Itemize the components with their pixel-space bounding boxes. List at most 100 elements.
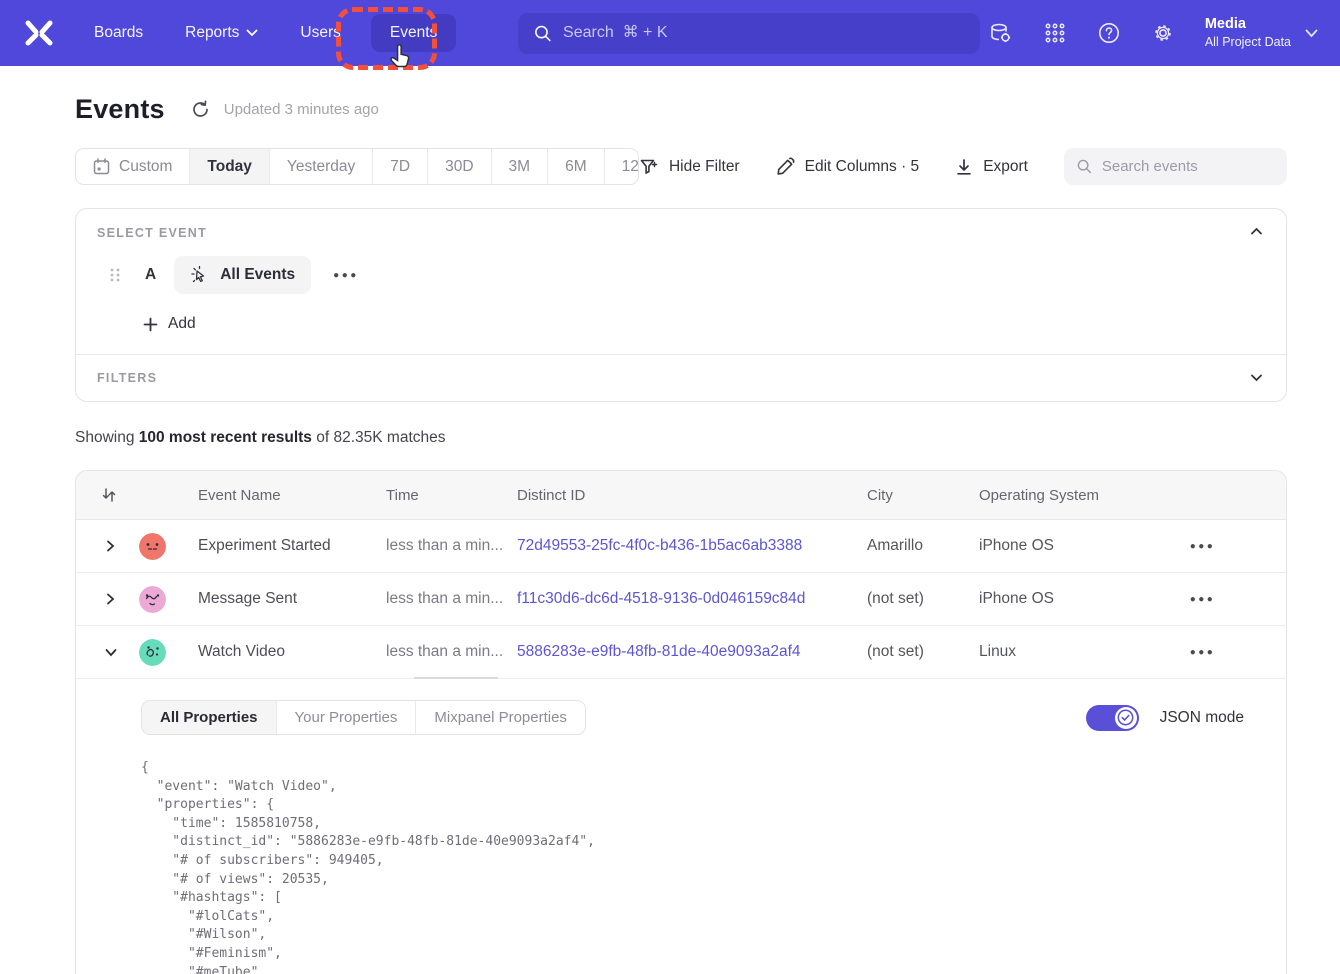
check-icon — [1117, 709, 1134, 726]
event-avatar-icon — [139, 533, 166, 560]
col-header-os[interactable]: Operating System — [979, 487, 1119, 504]
project-name: Media — [1205, 15, 1291, 34]
row-collapse-button[interactable] — [76, 647, 136, 658]
event-selector-button[interactable]: All Events — [174, 256, 311, 294]
cell-event-name[interactable]: Watch Video — [198, 643, 386, 661]
date-range-6m[interactable]: 6M — [548, 149, 605, 184]
table-row: Message Sent less than a min... f11c30d6… — [76, 573, 1286, 626]
filters-label: FILTERS — [97, 371, 1265, 385]
filters-section: FILTERS — [76, 355, 1286, 401]
tab-label: All Properties — [160, 709, 258, 726]
event-avatar-icon — [139, 639, 166, 666]
json-mode-toggle[interactable] — [1086, 705, 1139, 731]
date-range-12m[interactable]: 12M — [605, 149, 639, 184]
settings-gear-icon[interactable] — [1151, 21, 1175, 45]
tab-your-properties[interactable]: Your Properties — [277, 701, 417, 734]
cell-distinct-id-link[interactable]: f11c30d6-dc6d-4518-9136-0d046159c84d — [517, 590, 867, 608]
search-events-box[interactable] — [1064, 148, 1287, 185]
export-label: Export — [983, 158, 1028, 176]
drag-handle-icon[interactable] — [109, 268, 121, 282]
edit-columns-label: Edit Columns · 5 — [805, 158, 920, 176]
date-range-label: Custom — [119, 158, 172, 176]
row-detail-panel: All Properties Your Properties Mixpanel … — [76, 679, 1286, 974]
row-more-button[interactable]: ●●● — [1184, 590, 1222, 609]
event-row-more-button[interactable]: ●●● — [327, 266, 365, 285]
chevron-down-icon — [246, 29, 258, 37]
filter-funnel-icon — [639, 157, 659, 177]
row-expand-button[interactable] — [76, 593, 136, 605]
row-more-button[interactable]: ●●● — [1184, 643, 1222, 662]
date-range-label: 3M — [509, 158, 531, 176]
add-event-button[interactable]: Add — [143, 315, 196, 333]
cell-event-name[interactable]: Experiment Started — [198, 537, 386, 555]
tab-all-properties[interactable]: All Properties — [142, 701, 277, 734]
date-range-3m[interactable]: 3M — [492, 149, 549, 184]
tab-label: Mixpanel Properties — [434, 709, 567, 726]
global-search[interactable] — [518, 13, 980, 54]
select-event-label: SELECT EVENT — [97, 226, 1265, 240]
nav-item-boards[interactable]: Boards — [94, 24, 143, 42]
summary-count: 100 most recent results — [139, 429, 312, 446]
selected-event-label: All Events — [220, 266, 295, 284]
row-more-button[interactable]: ●●● — [1184, 537, 1222, 556]
col-header-time[interactable]: Time — [386, 487, 517, 504]
summary-prefix: Showing — [75, 429, 139, 446]
results-summary: Showing 100 most recent results of 82.35… — [75, 429, 1287, 447]
expand-section-icon[interactable] — [1249, 370, 1264, 385]
col-header-distinct-id[interactable]: Distinct ID — [517, 487, 867, 504]
events-table: Event Name Time Distinct ID City Operati… — [75, 470, 1287, 974]
download-icon — [955, 158, 973, 176]
event-json-view[interactable]: { "event": "Watch Video", "properties": … — [141, 759, 1266, 974]
col-header-city[interactable]: City — [867, 487, 979, 504]
sort-icon[interactable] — [101, 487, 117, 503]
cell-distinct-id-link[interactable]: 5886283e-e9fb-48fb-81de-40e9093a2af4 — [517, 643, 867, 661]
data-management-icon[interactable] — [989, 21, 1013, 45]
last-updated-text: Updated 3 minutes ago — [224, 101, 379, 118]
mixpanel-logo[interactable] — [22, 18, 56, 48]
date-range-label: 12M — [622, 158, 639, 176]
global-search-input[interactable] — [563, 24, 964, 42]
event-avatar-icon — [139, 586, 166, 613]
cell-city: (not set) — [867, 643, 979, 661]
cell-city: Amarillo — [867, 537, 979, 555]
cell-event-name[interactable]: Message Sent — [198, 590, 386, 608]
date-range-yesterday[interactable]: Yesterday — [270, 149, 373, 184]
nav-label: Boards — [94, 24, 143, 42]
refresh-icon[interactable] — [191, 100, 210, 119]
date-range-label: Today — [207, 158, 252, 176]
date-range-label: Yesterday — [287, 158, 355, 176]
tab-mixpanel-properties[interactable]: Mixpanel Properties — [416, 701, 585, 734]
collapse-section-icon[interactable] — [1249, 224, 1264, 239]
export-button[interactable]: Export — [955, 158, 1028, 176]
help-icon[interactable] — [1097, 21, 1121, 45]
select-event-section: SELECT EVENT A — [76, 209, 1286, 354]
nav-item-users[interactable]: Users — [300, 24, 340, 42]
col-header-event-name[interactable]: Event Name — [198, 487, 386, 504]
hide-filter-label: Hide Filter — [669, 158, 740, 176]
cell-distinct-id-link[interactable]: 72d49553-25fc-4f0c-b436-1b5ac6ab3388 — [517, 537, 867, 555]
nav-item-events[interactable]: Events — [371, 14, 456, 52]
date-range-custom[interactable]: Custom — [76, 149, 190, 184]
nav-item-reports[interactable]: Reports — [185, 24, 258, 42]
edit-columns-button[interactable]: Edit Columns · 5 — [776, 157, 920, 176]
date-range-7d[interactable]: 7D — [373, 149, 428, 184]
date-range-30d[interactable]: 30D — [428, 149, 491, 184]
search-events-input[interactable] — [1102, 158, 1274, 175]
project-subtitle: All Project Data — [1205, 34, 1291, 51]
event-query-row: A All Events ●●● — [97, 256, 1265, 294]
table-row-expanded: Watch Video less than a min... 5886283e-… — [76, 626, 1286, 679]
project-switcher[interactable]: Media All Project Data — [1205, 15, 1318, 51]
nav-label: Users — [300, 24, 340, 42]
column-resize-indicator[interactable] — [414, 677, 498, 679]
hide-filter-button[interactable]: Hide Filter — [639, 157, 740, 177]
calendar-icon — [93, 158, 110, 175]
pencil-icon — [776, 157, 795, 176]
date-range-today[interactable]: Today — [190, 149, 270, 184]
search-icon — [1077, 158, 1092, 175]
apps-grid-icon[interactable] — [1043, 21, 1067, 45]
row-expand-button[interactable] — [76, 540, 136, 552]
cell-os: iPhone OS — [979, 537, 1119, 555]
cell-os: iPhone OS — [979, 590, 1119, 608]
summary-suffix: of 82.35K matches — [312, 429, 446, 446]
search-icon — [534, 24, 552, 43]
